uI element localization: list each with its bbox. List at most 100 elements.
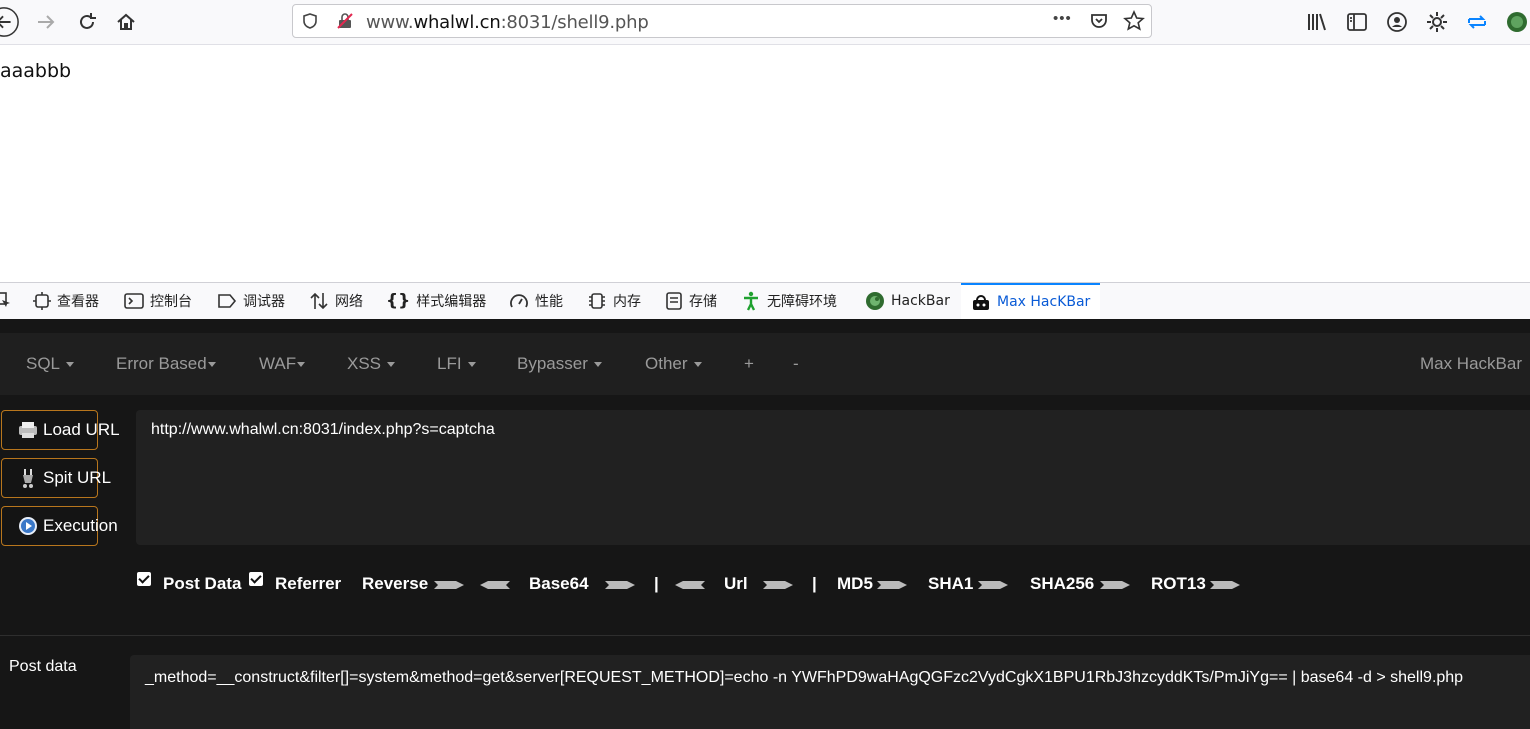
encode-arrow-icon[interactable] xyxy=(877,579,907,591)
load-url-button[interactable]: Load URL xyxy=(1,410,120,450)
post-data-checkbox[interactable]: Post Data xyxy=(137,569,241,599)
reload-icon xyxy=(80,13,96,29)
encode-arrow-icon[interactable] xyxy=(434,579,464,591)
encode-arrow-icon[interactable] xyxy=(978,579,1008,591)
hackbar-icon xyxy=(865,291,885,311)
button-label: Spit URL xyxy=(43,468,112,487)
tab-network[interactable]: 网络 xyxy=(309,283,363,319)
network-icon xyxy=(309,291,329,311)
tab-memory[interactable]: 内存 xyxy=(587,283,641,319)
tab-label: 性能 xyxy=(535,294,563,310)
chevron-down-icon xyxy=(297,362,306,368)
encode-arrow-icon[interactable] xyxy=(605,579,635,591)
insecure-lock-icon[interactable] xyxy=(335,11,355,31)
referrer-checkbox[interactable]: Referrer xyxy=(249,569,341,599)
menu-other[interactable]: Other xyxy=(645,354,702,374)
tab-label: 网络 xyxy=(335,294,363,310)
split-url-icon xyxy=(17,467,39,489)
menu-bypasser[interactable]: Bypasser xyxy=(517,354,602,374)
hackbar-brand: Max HackBar xyxy=(1419,354,1522,373)
sidebar-icon[interactable] xyxy=(1346,11,1368,33)
tab-performance[interactable]: 性能 xyxy=(509,283,563,319)
url-encode-label: Url xyxy=(724,574,748,593)
style-editor-icon: {} xyxy=(386,291,411,311)
rot13-label: ROT13 xyxy=(1151,574,1206,593)
tab-debugger[interactable]: 调试器 xyxy=(217,283,285,319)
encode-arrow-icon[interactable] xyxy=(763,579,793,591)
base64-label: Base64 xyxy=(529,574,589,593)
back-arrow-icon xyxy=(0,7,19,37)
sha1-label: SHA1 xyxy=(928,574,974,593)
url-textarea[interactable]: http://www.whalwl.cn:8031/index.php?s=ca… xyxy=(136,410,1530,545)
tab-label: 样式编辑器 xyxy=(416,294,487,310)
forward-button[interactable] xyxy=(30,6,62,38)
decode-arrow-icon[interactable] xyxy=(480,579,510,591)
account-icon[interactable] xyxy=(1386,11,1408,33)
tab-label: HackBar xyxy=(891,293,950,309)
bookmark-star-icon[interactable] xyxy=(1123,10,1145,32)
shield-icon[interactable] xyxy=(301,12,319,30)
md5-label: MD5 xyxy=(837,574,873,593)
load-url-icon xyxy=(17,420,39,440)
tab-storage[interactable]: 存储 xyxy=(665,283,717,319)
tab-hackbar[interactable]: HackBar xyxy=(865,283,950,319)
encode-arrow-icon[interactable] xyxy=(1100,579,1130,591)
element-picker-icon[interactable] xyxy=(0,292,12,310)
menu-lfi[interactable]: LFI xyxy=(437,354,476,374)
divider xyxy=(0,635,1530,636)
chevron-down-icon xyxy=(387,362,396,368)
library-icon[interactable] xyxy=(1306,11,1328,33)
accessibility-icon xyxy=(741,291,761,311)
chevron-down-icon xyxy=(207,362,216,368)
tab-max-hackbar[interactable]: Max HacKBar xyxy=(961,283,1101,319)
tab-console[interactable]: 控制台 xyxy=(124,283,192,319)
pocket-icon[interactable] xyxy=(1089,11,1109,31)
post-data-textarea[interactable]: _method=__construct&filter[]=system&meth… xyxy=(130,655,1530,729)
reload-button[interactable] xyxy=(71,6,103,38)
memory-icon xyxy=(587,291,607,311)
reverse-button[interactable]: Reverse xyxy=(362,569,428,599)
storage-icon xyxy=(665,291,683,311)
home-button[interactable] xyxy=(110,6,142,38)
menu-xss[interactable]: XSS xyxy=(347,354,396,374)
menu-sql[interactable]: SQL xyxy=(26,354,75,374)
max-hackbar-panel: SQL Error Based WAF XSS LFI Bypasser Oth… xyxy=(0,319,1530,729)
menu-plus[interactable]: + xyxy=(744,354,754,374)
tab-label: Max HacKBar xyxy=(997,294,1091,310)
page-body-text: aaabbb xyxy=(0,60,72,82)
menu-minus[interactable]: - xyxy=(793,354,799,374)
tab-inspector[interactable]: 查看器 xyxy=(33,283,99,319)
url-value: http://www.whalwl.cn:8031/index.php?s=ca… xyxy=(151,421,495,438)
page-actions-menu-icon[interactable]: ••• xyxy=(1053,10,1072,27)
checkbox-checked-icon xyxy=(249,572,263,586)
home-icon xyxy=(117,13,135,30)
browser-toolbar: www.whalwl.cn:8031/shell9.php ••• xyxy=(0,0,1530,45)
hackbar-menu-bar: SQL Error Based WAF XSS LFI Bypasser Oth… xyxy=(0,333,1530,395)
url-text: www.whalwl.cn:8031/shell9.php xyxy=(366,12,649,33)
tab-label: 无障碍环境 xyxy=(767,294,837,310)
menu-error-based[interactable]: Error Based xyxy=(116,354,216,374)
console-icon xyxy=(124,292,144,310)
tab-label: 查看器 xyxy=(57,294,99,310)
sync-icon[interactable] xyxy=(1465,10,1489,34)
settings-gear-icon[interactable] xyxy=(1425,10,1449,34)
devtools-tab-bar: 查看器 控制台 调试器 网络 {} 样式编辑器 性能 内存 存储 无障碍环境 H… xyxy=(0,282,1530,320)
options-row: Post Data Referrer Reverse Base64 | Url … xyxy=(0,569,1530,599)
tab-label: 内存 xyxy=(613,294,641,310)
option-label: Post Data xyxy=(163,574,242,593)
button-label: Load URL xyxy=(43,420,120,439)
tab-style-editor[interactable]: {} 样式编辑器 xyxy=(386,283,486,319)
chevron-down-icon xyxy=(66,362,75,368)
chevron-down-icon xyxy=(693,362,702,368)
split-url-button[interactable]: Spit URL xyxy=(1,458,111,498)
tab-accessibility[interactable]: 无障碍环境 xyxy=(741,283,837,319)
extension-icon[interactable] xyxy=(1505,10,1529,34)
address-bar[interactable]: www.whalwl.cn:8031/shell9.php ••• xyxy=(292,4,1152,38)
tab-label: 控制台 xyxy=(150,294,192,310)
back-button[interactable] xyxy=(0,6,20,38)
encode-arrow-icon[interactable] xyxy=(1210,579,1240,591)
decode-arrow-icon[interactable] xyxy=(675,579,705,591)
execution-button[interactable]: Execution xyxy=(1,506,118,546)
post-data-label: Post data xyxy=(9,658,77,675)
menu-waf[interactable]: WAF xyxy=(259,354,306,374)
